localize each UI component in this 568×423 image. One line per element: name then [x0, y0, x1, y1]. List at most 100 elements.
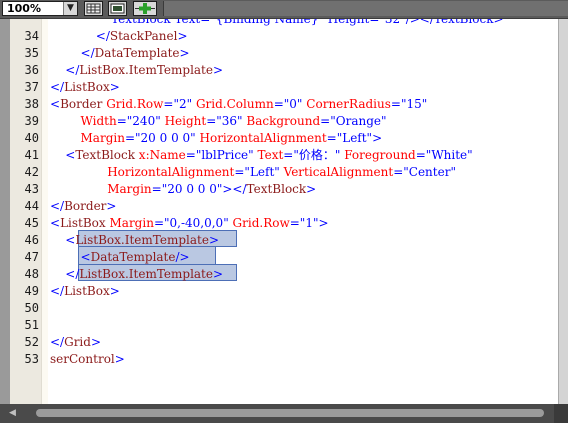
code-line[interactable]: 37 </ListBox>: [0, 79, 558, 96]
code-token: "1": [299, 216, 319, 230]
code-editor[interactable]: TextBlock Text="{Binding Name}" Height="…: [0, 19, 558, 404]
code-token: >: [90, 335, 102, 349]
code-token: >: [212, 267, 224, 281]
toolbar-filler: [163, 1, 568, 16]
code-token: </: [50, 199, 65, 213]
code-token: =: [283, 148, 294, 162]
code-line[interactable]: 53 serControl>: [0, 351, 558, 368]
code-token: =: [163, 97, 174, 111]
code-token: CornerRadius: [306, 97, 391, 111]
code-line[interactable]: 47 <DataTemplate/>: [0, 249, 558, 266]
code-line[interactable]: 50: [0, 300, 558, 317]
line-number: 51: [24, 318, 39, 332]
code-token: Grid: [64, 335, 91, 349]
code-text: TextBlock Text="{Binding Name}" Height="…: [50, 19, 504, 28]
code-token: Margin: [109, 216, 154, 230]
code-token: />: [175, 250, 190, 264]
line-number: 35: [24, 46, 39, 60]
code-text: <TextBlock x:Name="lblPrice" Text="价格：" …: [50, 147, 472, 164]
code-token: >: [208, 233, 219, 247]
line-number: 53: [24, 352, 39, 366]
code-text: <DataTemplate/>: [50, 249, 190, 266]
code-token: Margin: [107, 182, 152, 196]
code-token: =: [116, 114, 127, 128]
code-token: >: [177, 29, 188, 43]
code-token: </: [65, 267, 80, 281]
code-token: >: [114, 352, 125, 366]
code-line[interactable]: 36 </ListBox.ItemTemplate>: [0, 62, 558, 79]
code-token: =: [273, 97, 284, 111]
code-token: "价格：": [293, 148, 341, 162]
image-view-icon[interactable]: [108, 1, 127, 16]
code-token: ></: [222, 182, 247, 196]
line-number: 34: [24, 29, 39, 43]
code-token: ListBox: [60, 216, 106, 230]
code-token: <: [65, 148, 76, 162]
code-line[interactable]: 48 </ListBox.ItemTemplate>: [0, 266, 558, 283]
zoom-dropdown[interactable]: 100% ▼: [2, 1, 78, 16]
scroll-left-arrow-icon[interactable]: ◀: [9, 408, 16, 418]
line-number: 46: [24, 233, 39, 247]
code-line[interactable]: TextBlock Text="{Binding Name}" Height="…: [0, 19, 558, 28]
code-token: "Center": [403, 165, 456, 179]
code-token: =: [206, 114, 217, 128]
code-text: </ListBox.ItemTemplate>: [50, 266, 223, 283]
vertical-scrollbar[interactable]: [558, 19, 568, 404]
zoom-level: 100%: [7, 2, 41, 15]
code-token: =: [289, 216, 300, 230]
code-line[interactable]: 42 HorizontalAlignment="Left" VerticalAl…: [0, 164, 558, 181]
code-token: Margin: [80, 131, 125, 145]
scrollbar-thumb[interactable]: [36, 409, 544, 417]
code-text: </ListBox>: [50, 79, 120, 96]
code-line[interactable]: 44 </Border>: [0, 198, 558, 215]
code-line[interactable]: 49 </ListBox>: [0, 283, 558, 300]
code-line[interactable]: 39 Width="240" Height="36" Background="O…: [0, 113, 558, 130]
line-number: 39: [24, 114, 39, 128]
code-token: x:Name: [138, 148, 186, 162]
code-text: <ListBox.ItemTemplate>: [50, 232, 219, 249]
code-line[interactable]: 38 <Border Grid.Row="2" Grid.Column="0" C…: [0, 96, 558, 113]
code-token: Grid.Column: [195, 97, 274, 111]
code-token: >: [109, 80, 120, 94]
code-token: ListBox.ItemTemplate: [79, 63, 213, 77]
code-token: <: [50, 216, 61, 230]
code-token: =: [415, 148, 426, 162]
grid-view-icon[interactable]: [84, 1, 103, 16]
code-token: >: [109, 284, 120, 298]
add-element-icon[interactable]: [133, 1, 157, 16]
code-line[interactable]: 52 </Grid>: [0, 334, 558, 351]
code-text: </ListBox>: [50, 283, 120, 300]
code-text: serControl>: [50, 351, 125, 368]
code-token: </: [50, 284, 65, 298]
code-line[interactable]: 41 <TextBlock x:Name="lblPrice" Text="价格…: [0, 147, 558, 164]
line-number: 45: [24, 216, 39, 230]
editor-toolbar: 100% ▼: [0, 0, 568, 19]
horizontal-scrollbar[interactable]: ◀: [0, 404, 568, 423]
code-token: VerticalAlignment: [283, 165, 394, 179]
code-line[interactable]: 34 </StackPanel>: [0, 28, 558, 45]
code-line[interactable]: 43 Margin="20 0 0 0"></TextBlock>: [0, 181, 558, 198]
code-line[interactable]: 46 <ListBox.ItemTemplate>: [0, 232, 558, 249]
code-token: TextBlock: [246, 182, 307, 196]
code-token: >: [318, 216, 329, 230]
chevron-down-icon[interactable]: ▼: [63, 2, 77, 15]
code-text: </DataTemplate>: [50, 45, 190, 62]
code-token: Text: [257, 148, 284, 162]
code-token: Foreground: [344, 148, 416, 162]
code-text: Margin="20 0 0 0"></TextBlock>: [50, 181, 316, 198]
code-line[interactable]: 35 </DataTemplate>: [0, 45, 558, 62]
code-line[interactable]: 40 Margin="20 0 0 0" HorizontalAlignment…: [0, 130, 558, 147]
code-line[interactable]: 51: [0, 317, 558, 334]
code-line[interactable]: 45 <ListBox Margin="0,-40,0,0" Grid.Row="…: [0, 215, 558, 232]
line-number: 38: [24, 97, 39, 111]
code-token: </: [50, 80, 65, 94]
code-token: "Left": [244, 165, 280, 179]
code-token: "240": [126, 114, 161, 128]
